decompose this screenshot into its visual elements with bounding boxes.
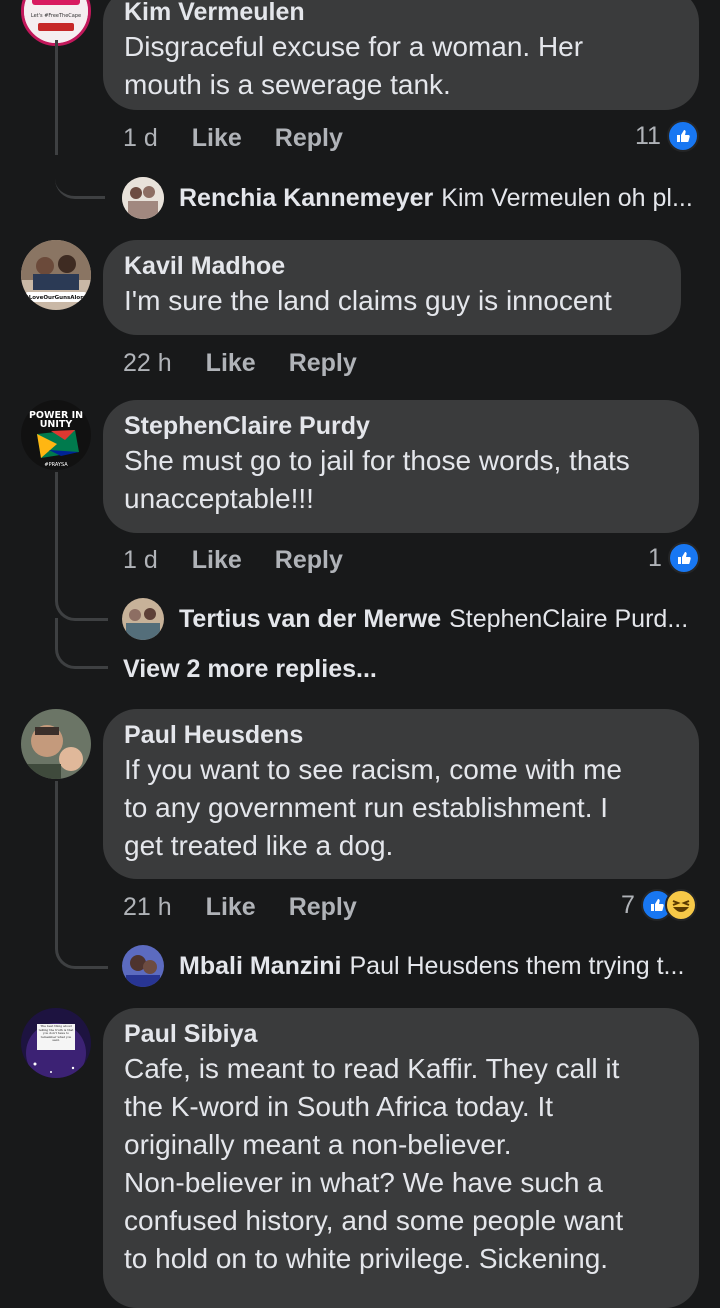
avatar [122, 177, 164, 219]
thread-connector [55, 618, 108, 669]
reaction-count: 11 [635, 122, 661, 150]
comment-timestamp: 1 d [123, 124, 158, 152]
comment-text-line: Cafe, is meant to read Kaffir. They call… [124, 1053, 620, 1084]
thread-line [55, 781, 58, 931]
comment-timestamp: 22 h [123, 349, 172, 377]
comment-bubble: Paul Heusdens If you want to see racism,… [103, 709, 699, 879]
comment-bubble: Kavil Madhoe I'm sure the land claims gu… [103, 240, 681, 335]
comment-bubble: StephenClaire Purdy She must go to jail … [103, 400, 699, 533]
reaction-summary[interactable]: 7 [621, 889, 697, 921]
reply-preview: Kim Vermeulen oh pl... [441, 183, 693, 212]
like-button[interactable]: Like [192, 124, 242, 152]
thread-connector [55, 920, 108, 969]
comment-text-line: confused history, and some people want [124, 1205, 624, 1236]
comment-text-line: Non-believer in what? We have such a [124, 1167, 603, 1198]
avatar-stephenclaire-purdy[interactable]: POWER IN UNITY #PRAYSA [21, 400, 91, 470]
comment-actions: 1 d Like Reply [123, 122, 376, 154]
comment-timestamp: 1 d [123, 546, 158, 574]
reply-item[interactable]: Renchia Kannemeyer Kim Vermeulen oh pl..… [122, 176, 693, 220]
avatar-caption: #LoveOurGunsAlone [24, 295, 88, 301]
like-icon [667, 542, 700, 574]
comment-text-line: I'm sure the land claims guy is innocent [124, 285, 612, 316]
comment-author[interactable]: Kavil Madhoe [124, 250, 659, 282]
reply-preview: Paul Heusdens them trying t... [349, 951, 685, 980]
reaction-summary[interactable]: 11 [635, 120, 699, 152]
comment-text-line: If you want to see racism, come with me [124, 754, 622, 785]
thread-connector [55, 150, 105, 199]
avatar-caption: UNITY [40, 419, 73, 430]
reply-author[interactable]: Mbali Manzini [179, 952, 342, 981]
comment-text-line: She must go to jail for those words, tha… [124, 445, 630, 476]
comment-author[interactable]: Paul Heusdens [124, 719, 677, 751]
profile-picture: Let's #FreeTheCape [24, 0, 88, 43]
comment-actions: 1 d Like Reply [123, 544, 376, 576]
avatar [122, 598, 164, 640]
comment-text-line: to hold on to white privilege. Sickening… [124, 1243, 609, 1274]
reply-preview: StephenClaire Purd... [449, 604, 689, 633]
like-button[interactable]: Like [192, 546, 242, 574]
avatar-caption: The best thing about telling the truth i… [38, 1025, 74, 1043]
thread-connector [55, 574, 108, 621]
reply-button[interactable]: Reply [289, 349, 357, 377]
reply-button[interactable]: Reply [289, 893, 357, 921]
like-button[interactable]: Like [206, 893, 256, 921]
thread-line [55, 40, 58, 155]
reply-button[interactable]: Reply [275, 124, 343, 152]
reaction-count: 7 [621, 891, 635, 919]
reply-item[interactable]: Mbali Manzini Paul Heusdens them trying … [122, 944, 684, 988]
comment-text-line: Disgraceful excuse for a woman. Her [124, 31, 584, 62]
haha-icon [664, 889, 697, 921]
comment-bubble: Paul Sibiya Cafe, is meant to read Kaffi… [103, 1008, 699, 1308]
reaction-summary[interactable]: 1 [648, 542, 700, 574]
reply-author[interactable]: Renchia Kannemeyer [179, 184, 433, 213]
avatar-paul-heusdens[interactable] [21, 709, 91, 779]
comment-author[interactable]: StephenClaire Purdy [124, 410, 677, 442]
comment-actions: 21 h Like Reply [123, 891, 390, 923]
avatar-caption: #PRAYSA [44, 462, 68, 468]
comment-text-line: originally meant a non-believer. [124, 1129, 512, 1160]
comment-author[interactable]: Kim Vermeulen [124, 0, 677, 28]
comment-text-line: unacceptable!!! [124, 483, 314, 514]
like-icon [666, 120, 699, 152]
comment-bubble: Kim Vermeulen Disgraceful excuse for a w… [103, 0, 699, 110]
avatar-paul-sibiya[interactable]: The best thing about telling the truth i… [21, 1008, 91, 1078]
reply-author[interactable]: Tertius van der Merwe [179, 605, 441, 634]
comment-text-line: to any government run establishment. I [124, 792, 609, 823]
comment-text-line: mouth is a sewerage tank. [124, 69, 451, 100]
reaction-count: 1 [648, 544, 662, 572]
comment-author[interactable]: Paul Sibiya [124, 1018, 677, 1050]
comment-text-line: get treated like a dog. [124, 830, 394, 861]
reply-item[interactable]: Tertius van der Merwe StephenClaire Purd… [122, 597, 688, 641]
avatar-caption: Let's #FreeTheCape [31, 13, 81, 19]
like-button[interactable]: Like [206, 349, 256, 377]
view-more-replies-link[interactable]: View 2 more replies... [123, 655, 377, 684]
avatar [122, 945, 164, 987]
comment-actions: 22 h Like Reply [123, 347, 390, 379]
comment-timestamp: 21 h [123, 893, 172, 921]
reply-button[interactable]: Reply [275, 546, 343, 574]
comment-text-line: the K-word in South Africa today. It [124, 1091, 554, 1122]
avatar-kavil-madhoe[interactable]: #LoveOurGunsAlone [21, 240, 91, 310]
